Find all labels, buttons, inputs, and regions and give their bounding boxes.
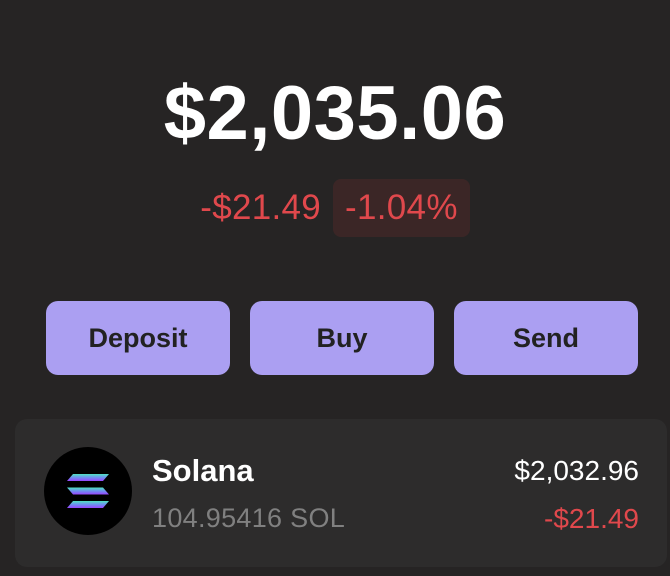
portfolio-total-balance: $2,035.06	[163, 71, 507, 156]
solana-logo-icon	[44, 447, 132, 535]
token-row-solana[interactable]: Solana 104.95416 SOL $2,032.96 -$21.49	[15, 419, 667, 567]
buy-button[interactable]: Buy	[250, 301, 434, 375]
token-balance: 104.95416 SOL	[152, 503, 346, 533]
portfolio-change-percent-badge: -1.04%	[333, 179, 470, 237]
portfolio-change-row: -$21.49 -1.04%	[0, 179, 670, 237]
send-button[interactable]: Send	[454, 301, 638, 375]
token-value: $2,032.96	[514, 455, 639, 486]
action-buttons: Deposit Buy Send	[46, 301, 638, 375]
deposit-button[interactable]: Deposit	[46, 301, 230, 375]
portfolio-change-amount: -$21.49	[200, 188, 322, 227]
token-change: -$21.49	[544, 503, 639, 534]
token-name: Solana	[152, 453, 254, 488]
